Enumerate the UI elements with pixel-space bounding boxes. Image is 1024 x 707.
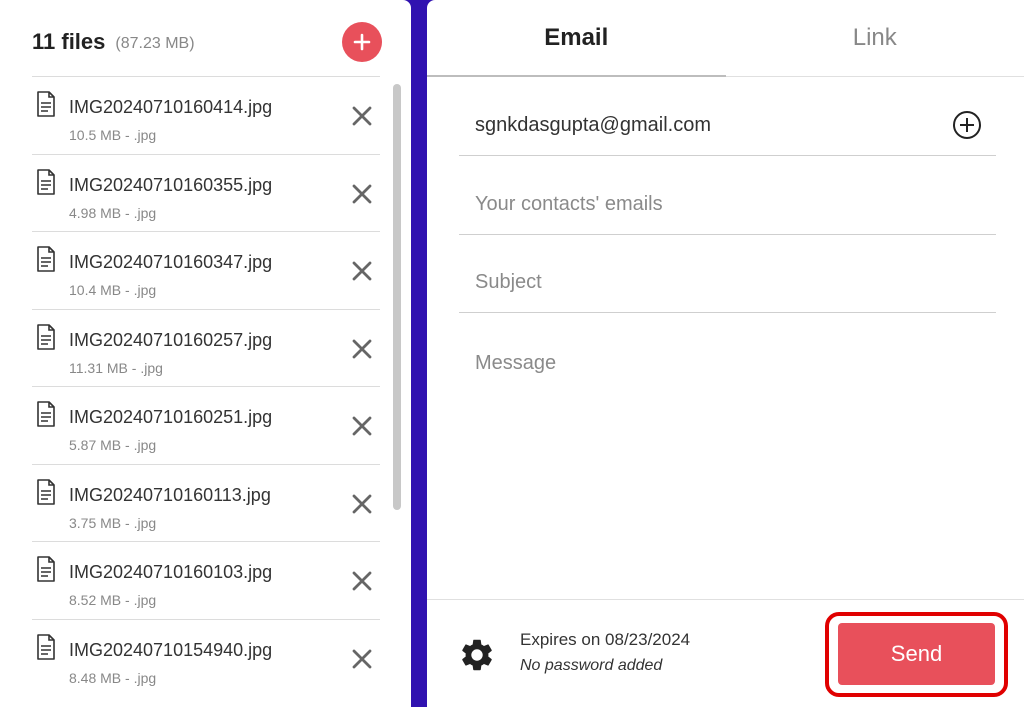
subject-input[interactable] (459, 253, 996, 311)
file-name: IMG20240710160251.jpg (69, 407, 273, 427)
recipient-field (459, 96, 996, 156)
files-panel: 11 files (87.23 MB) IMG20240710160414.jp… (0, 0, 411, 707)
file-name: IMG20240710160103.jpg (69, 562, 273, 582)
document-icon (37, 556, 55, 582)
send-button[interactable]: Send (838, 623, 995, 685)
file-meta: 8.48 MB - .jpg (69, 669, 157, 686)
document-icon (37, 168, 55, 195)
expiry-text: Expires on 08/23/2024 (520, 630, 691, 649)
files-header: 11 files (87.23 MB) (32, 22, 382, 62)
file-name: IMG20240710160355.jpg (69, 174, 273, 195)
contacts-field (459, 175, 996, 235)
document-icon (37, 246, 55, 272)
file-name: IMG20240710160257.jpg (69, 329, 273, 350)
file-meta: 10.4 MB - .jpg (69, 282, 157, 298)
close-icon[interactable] (350, 259, 374, 283)
file-row: IMG20240710160251.jpg 5.87 MB - .jpg (32, 387, 380, 465)
file-name: IMG20240710160347.jpg (69, 252, 273, 272)
tab-email[interactable]: Email (427, 0, 726, 77)
file-list-scrollbar[interactable] (393, 84, 401, 510)
contacts-email-input[interactable] (459, 175, 996, 233)
file-row: IMG20240710160355.jpg 4.98 MB - .jpg (32, 155, 380, 232)
document-icon (37, 91, 55, 117)
plus-icon (353, 33, 371, 51)
files-count: 11 files (32, 29, 106, 54)
file-row: IMG20240710154940.jpg 8.48 MB - .jpg (32, 620, 380, 698)
file-meta: 5.87 MB - .jpg (69, 437, 157, 453)
file-meta: 10.5 MB - .jpg (69, 127, 157, 143)
transfer-panel: Email Link Expires on 08/23/2024 No pass… (427, 0, 1024, 707)
subject-field (459, 253, 996, 313)
close-icon[interactable] (350, 414, 374, 438)
circle-plus-icon[interactable] (952, 110, 982, 140)
gear-icon[interactable] (458, 636, 496, 674)
close-icon[interactable] (350, 337, 374, 361)
document-icon (37, 633, 55, 660)
footer-divider (427, 599, 1024, 600)
files-total-size: (87.23 MB) (115, 35, 195, 52)
recipient-email-input[interactable] (459, 96, 996, 154)
password-status: No password added (520, 657, 663, 674)
tab-link[interactable]: Link (725, 0, 1024, 77)
message-field (459, 338, 996, 588)
document-icon (37, 323, 55, 350)
transfer-tabs: Email Link (427, 0, 1024, 77)
file-meta: 8.52 MB - .jpg (69, 592, 157, 608)
file-row: IMG20240710160414.jpg 10.5 MB - .jpg (32, 77, 380, 155)
close-icon[interactable] (350, 182, 374, 206)
close-icon[interactable] (350, 492, 374, 516)
file-meta: 3.75 MB - .jpg (69, 514, 157, 531)
close-icon[interactable] (350, 647, 374, 671)
file-row: IMG20240710160347.jpg 10.4 MB - .jpg (32, 232, 380, 310)
file-row: IMG20240710160113.jpg 3.75 MB - .jpg (32, 465, 380, 542)
file-meta: 11.31 MB - .jpg (69, 359, 163, 376)
add-files-button[interactable] (342, 22, 382, 62)
file-meta: 4.98 MB - .jpg (69, 204, 157, 221)
file-row: IMG20240710160257.jpg 11.31 MB - .jpg (32, 310, 380, 387)
file-name: IMG20240710160414.jpg (69, 97, 273, 117)
document-icon (37, 401, 55, 427)
message-input[interactable] (459, 338, 996, 578)
file-name: IMG20240710160113.jpg (69, 484, 271, 505)
document-icon (37, 478, 55, 505)
close-icon[interactable] (350, 104, 374, 128)
file-row: IMG20240710160103.jpg 8.52 MB - .jpg (32, 542, 380, 620)
close-icon[interactable] (350, 569, 374, 593)
file-name: IMG20240710154940.jpg (69, 639, 273, 660)
file-list: IMG20240710160414.jpg 10.5 MB - .jpg IMG… (32, 77, 380, 697)
